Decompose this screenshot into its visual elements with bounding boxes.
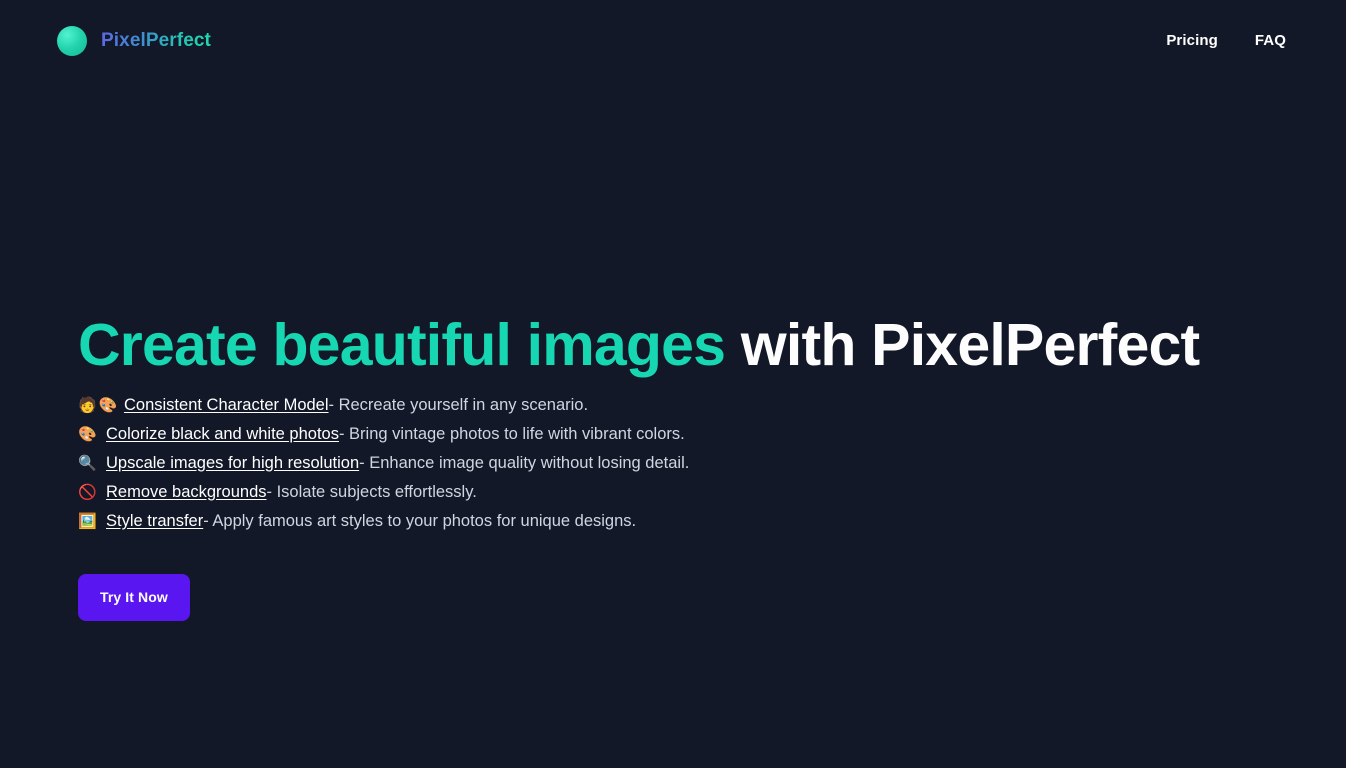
nav-link-faq[interactable]: FAQ [1255,32,1286,49]
nav-link-pricing[interactable]: Pricing [1166,32,1218,49]
brand-logo-link[interactable]: PixelPerfect [57,25,211,56]
feature-link-colorize-photos[interactable]: Colorize black and white photos [106,420,339,448]
brand-name: PixelPerfect [101,29,211,51]
gradient-circle-logo-icon [57,25,87,56]
palette-icon: 🎨 [78,425,99,443]
site-header: PixelPerfect Pricing FAQ [0,0,1346,81]
feature-list: 🧑🎨 Consistent Character Model - Recreate… [78,391,1346,536]
list-item: 🖼️ Style transfer - Apply famous art sty… [78,507,1346,536]
main-navigation: Pricing FAQ [1166,32,1286,49]
cta-container: Try It Now [78,573,1346,621]
list-item: 🔍 Upscale images for high resolution - E… [78,449,1346,478]
try-it-now-button[interactable]: Try It Now [78,573,190,621]
prohibited-icon: 🚫 [78,483,99,501]
magnifier-icon: 🔍 [78,454,99,472]
feature-description: - Recreate yourself in any scenario. [328,395,589,414]
feature-link-upscale-images[interactable]: Upscale images for high resolution [106,449,359,477]
hero-section: Create beautiful images with PixelPerfec… [0,81,1346,621]
list-item: 🎨 Colorize black and white photos - Brin… [78,420,1346,449]
page-title-plain: with PixelPerfect [725,312,1200,378]
page-title-accent: Create beautiful images [78,312,726,378]
framed-picture-icon: 🖼️ [78,512,99,530]
person-icon: 🧑🎨 [78,396,120,414]
list-item: 🚫 Remove backgrounds - Isolate subjects … [78,478,1346,507]
page-title: Create beautiful images with PixelPerfec… [78,314,1346,377]
feature-description: - Isolate subjects effortlessly. [266,482,477,501]
feature-description: - Enhance image quality without losing d… [359,453,690,472]
feature-link-consistent-character-model[interactable]: Consistent Character Model [124,391,329,419]
feature-link-remove-backgrounds[interactable]: Remove backgrounds [106,478,267,506]
feature-link-style-transfer[interactable]: Style transfer [106,507,203,535]
list-item: 🧑🎨 Consistent Character Model - Recreate… [78,391,1346,420]
feature-description: - Bring vintage photos to life with vibr… [338,424,685,443]
feature-description: - Apply famous art styles to your photos… [203,511,637,530]
